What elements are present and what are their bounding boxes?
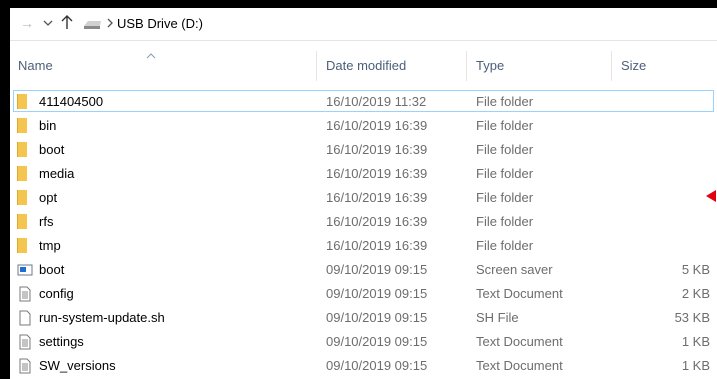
file-type: Text Document (476, 334, 563, 349)
file-date-modified: 09/10/2019 09:15 (326, 334, 428, 349)
file-size: 53 KB (674, 310, 710, 325)
address-bar[interactable]: → USB Drive (D:) (10, 8, 717, 41)
text-document-icon (17, 334, 33, 350)
breadcrumb-usb-drive[interactable]: USB Drive (D:) (117, 16, 203, 32)
file-type: File folder (476, 118, 534, 133)
text-document-icon (17, 358, 33, 374)
file-row[interactable]: settings 09/10/2019 09:15 Text Document 1 K… (10, 330, 717, 354)
file-type: File folder (476, 94, 534, 109)
file-row[interactable]: boot 16/10/2019 16:39 File folder (10, 138, 717, 162)
file-row[interactable]: rfs 16/10/2019 16:39 File folder (10, 210, 717, 234)
file-size: 2 KB (681, 286, 710, 301)
file-type: File folder (476, 214, 534, 229)
column-divider[interactable] (316, 51, 317, 81)
file-name[interactable]: SW_versions (39, 354, 116, 378)
breadcrumb-chevron-icon[interactable] (105, 16, 115, 30)
file-name[interactable]: config (39, 282, 74, 306)
file-date-modified: 09/10/2019 09:15 (326, 310, 428, 325)
file-type: File folder (476, 166, 534, 181)
file-name[interactable]: bin (39, 114, 56, 138)
file-row[interactable]: boot 09/10/2019 09:15 Screen saver 5 KB (10, 258, 717, 282)
column-header-type[interactable]: Type (476, 51, 504, 81)
file-date-modified: 09/10/2019 09:15 (326, 286, 428, 301)
file-name[interactable]: opt (39, 186, 57, 210)
file-explorer-window: → USB Drive (D:) Name Date modified Type… (10, 8, 717, 379)
file-date-modified: 16/10/2019 11:32 (326, 94, 427, 109)
file-date-modified: 09/10/2019 09:15 (326, 358, 428, 373)
file-type: File folder (476, 190, 534, 205)
file-size: 5 KB (681, 262, 710, 277)
file-row[interactable]: bin 16/10/2019 16:39 File folder (10, 114, 717, 138)
file-type: Screen saver (476, 262, 553, 277)
blank-file-icon (17, 310, 33, 326)
file-date-modified: 09/10/2019 09:15 (326, 262, 428, 277)
file-name[interactable]: media (39, 162, 74, 186)
file-row[interactable]: opt 16/10/2019 16:39 File folder (10, 186, 717, 210)
file-name[interactable]: run-system-update.sh (39, 306, 165, 330)
file-date-modified: 16/10/2019 16:39 (326, 118, 428, 133)
file-date-modified: 16/10/2019 16:39 (326, 190, 428, 205)
file-row[interactable]: run-system-update.sh 09/10/2019 09:15 SH F… (10, 306, 717, 330)
file-row[interactable]: media 16/10/2019 16:39 File folder (10, 162, 717, 186)
column-divider[interactable] (611, 51, 612, 81)
folder-icon (17, 214, 33, 230)
folder-icon (17, 238, 33, 254)
file-date-modified: 16/10/2019 16:39 (326, 238, 428, 253)
file-date-modified: 16/10/2019 16:39 (326, 214, 428, 229)
file-row[interactable]: config 09/10/2019 09:15 Text Document 2 KB (10, 282, 717, 306)
file-type: Text Document (476, 286, 563, 301)
usb-drive-icon (84, 21, 101, 29)
sort-ascending-icon (146, 53, 156, 59)
column-divider[interactable] (466, 51, 467, 81)
column-header-date-modified[interactable]: Date modified (326, 51, 406, 81)
folder-icon (17, 166, 33, 182)
folder-icon (17, 118, 33, 134)
column-header-size[interactable]: Size (621, 51, 646, 81)
file-type: SH File (476, 310, 519, 325)
file-date-modified: 16/10/2019 16:39 (326, 166, 428, 181)
file-date-modified: 16/10/2019 16:39 (326, 142, 428, 157)
file-type: File folder (476, 142, 534, 157)
text-document-icon (17, 286, 33, 302)
screensaver-icon (17, 262, 33, 278)
file-row[interactable]: tmp 16/10/2019 16:39 File folder (10, 234, 717, 258)
file-name[interactable]: tmp (39, 234, 61, 258)
file-name[interactable]: boot (39, 138, 64, 162)
file-row[interactable]: 411404500 16/10/2019 11:32 File folder (10, 90, 717, 114)
file-name[interactable]: settings (39, 330, 84, 354)
up-arrow-icon[interactable] (60, 13, 74, 31)
folder-icon (17, 94, 33, 110)
recent-locations-chevron-icon[interactable] (41, 16, 55, 30)
red-pointer-marker-icon (706, 190, 716, 202)
file-name[interactable]: boot (39, 258, 64, 282)
forward-arrow-icon[interactable]: → (20, 15, 36, 31)
file-type: Text Document (476, 358, 563, 373)
folder-icon (17, 142, 33, 158)
file-type: File folder (476, 238, 534, 253)
column-header-name[interactable]: Name (18, 51, 53, 81)
file-size: 1 KB (681, 334, 710, 349)
column-header-row: Name Date modified Type Size (10, 51, 717, 81)
folder-icon (17, 190, 33, 206)
file-name[interactable]: 411404500 (39, 90, 103, 114)
file-size: 1 KB (681, 358, 710, 373)
file-name[interactable]: rfs (39, 210, 53, 234)
file-row[interactable]: SW_versions 09/10/2019 09:15 Text Document… (10, 354, 717, 378)
